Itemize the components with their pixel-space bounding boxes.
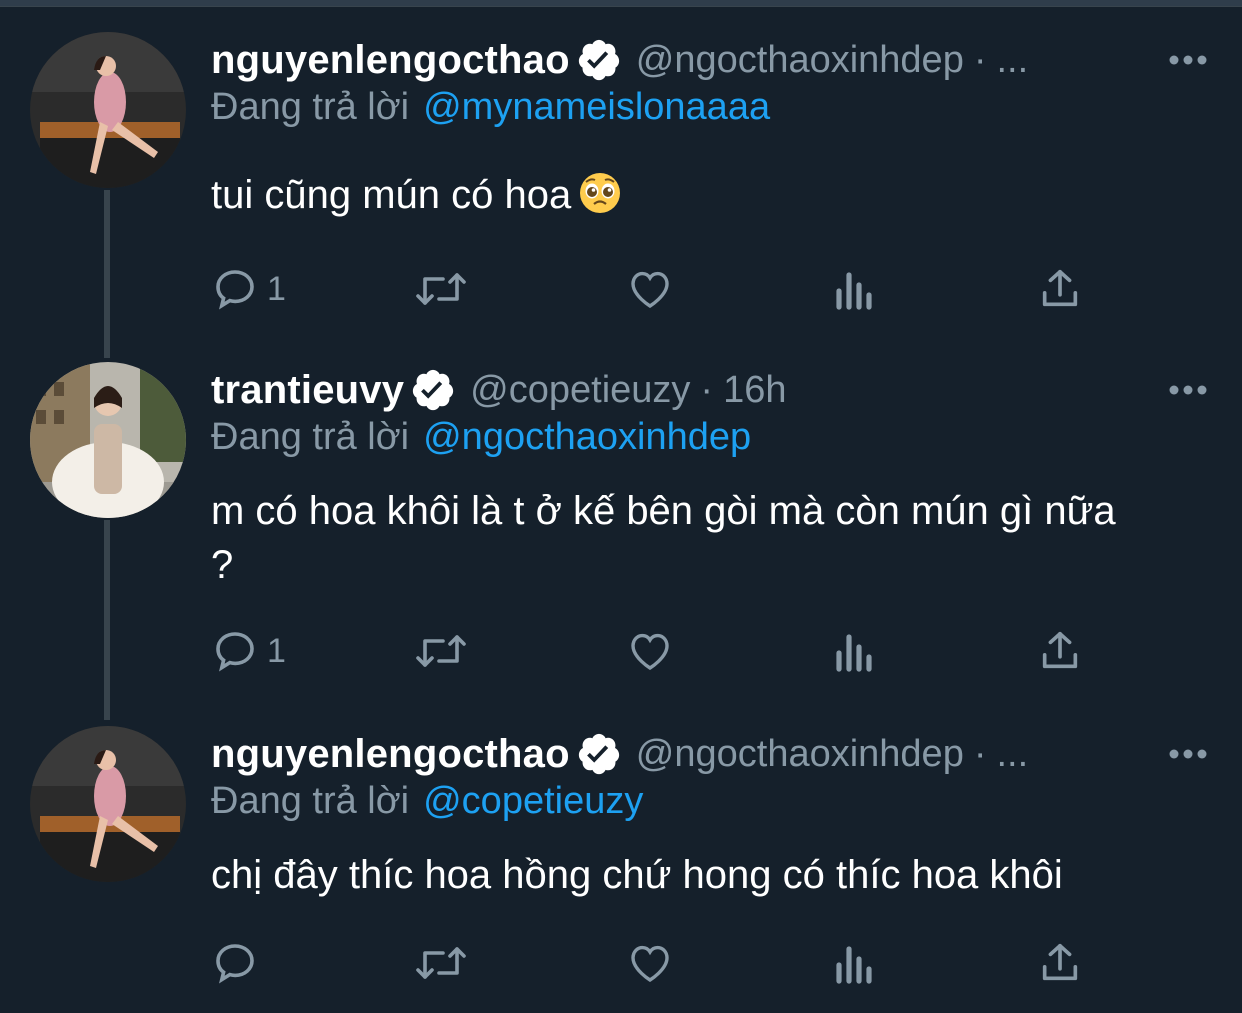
analytics-button[interactable] [833, 938, 877, 988]
tweet-text-content: tui cũng mún có hoa [211, 173, 572, 217]
analytics-button[interactable] [833, 264, 877, 314]
heart-icon [625, 265, 675, 313]
tweet-time[interactable]: ... [996, 733, 1028, 776]
more-icon[interactable] [1166, 740, 1210, 768]
reply-count: 1 [267, 269, 286, 308]
avatar[interactable] [30, 726, 186, 882]
share-button[interactable] [1037, 938, 1083, 988]
mention-link[interactable]: @copetieuzy [423, 780, 643, 822]
display-name[interactable]: nguyenlengocthao [211, 732, 570, 777]
analytics-icon [833, 265, 877, 313]
retweet-button[interactable] [413, 938, 469, 988]
tweet-time[interactable]: 16h [723, 369, 786, 412]
reply-count: 1 [267, 631, 286, 670]
tweet-time[interactable]: ... [996, 39, 1028, 82]
top-divider [0, 0, 1242, 7]
reply-icon [211, 265, 259, 313]
user-handle[interactable]: @ngocthaoxinhdep [636, 733, 964, 776]
reply-button[interactable] [211, 938, 267, 988]
tweet-actions: 1 [211, 626, 1091, 676]
avatar[interactable] [30, 32, 186, 188]
tweet-actions [211, 938, 1091, 988]
share-button[interactable] [1037, 264, 1083, 314]
reply-button[interactable]: 1 [211, 264, 286, 314]
replying-to: Đang trả lời @ngocthaoxinhdep [211, 416, 751, 459]
heart-icon [625, 627, 675, 675]
separator-dot: · [973, 732, 987, 775]
verified-badge-icon [576, 731, 622, 777]
share-icon [1037, 265, 1083, 313]
tweet[interactable]: nguyenlengocthao @ngocthaoxinhdep · ... … [0, 32, 1242, 332]
replying-to: Đang trả lời @mynameislonaaaa [211, 86, 770, 129]
tweet-text: chị đây thíc hoa hồng chứ hong có thíc h… [211, 853, 1063, 897]
retweet-button[interactable] [413, 264, 469, 314]
heart-icon [625, 939, 675, 987]
share-button[interactable] [1037, 626, 1083, 676]
avatar[interactable] [30, 362, 186, 518]
replying-label: Đang trả lời [211, 780, 410, 822]
tweet-header: nguyenlengocthao @ngocthaoxinhdep · ... [211, 32, 1028, 88]
retweet-button[interactable] [413, 626, 469, 676]
more-icon[interactable] [1166, 46, 1210, 74]
user-handle[interactable]: @copetieuzy [470, 369, 690, 412]
replying-label: Đang trả lời [211, 86, 410, 128]
mention-link[interactable]: @ngocthaoxinhdep [423, 416, 751, 458]
share-icon [1037, 939, 1083, 987]
mention-link[interactable]: @mynameislonaaaa [423, 86, 770, 128]
analytics-button[interactable] [833, 626, 877, 676]
tweet-header: nguyenlengocthao @ngocthaoxinhdep · ... [211, 726, 1028, 782]
analytics-icon [833, 939, 877, 987]
tweet-actions: 1 [211, 264, 1091, 314]
like-button[interactable] [625, 626, 675, 676]
retweet-icon [413, 627, 469, 675]
reply-icon [211, 627, 259, 675]
tweet-header: trantieuvy @copetieuzy · 16h [211, 362, 786, 418]
like-button[interactable] [625, 938, 675, 988]
separator-dot: · [973, 38, 987, 81]
reply-icon [211, 939, 259, 987]
replying-label: Đang trả lời [211, 416, 410, 458]
analytics-icon [833, 627, 877, 675]
tweet[interactable]: trantieuvy @copetieuzy · 16h Đang trả lờ… [0, 362, 1242, 702]
display-name[interactable]: nguyenlengocthao [211, 38, 570, 83]
tweet-text: m có hoa khôi là t ở kế bên gòi mà còn m… [211, 489, 1116, 587]
replying-to: Đang trả lời @copetieuzy [211, 780, 643, 823]
verified-badge-icon [576, 37, 622, 83]
user-handle[interactable]: @ngocthaoxinhdep [636, 39, 964, 82]
tweet-text: tui cũng mún có hoa [211, 168, 1171, 222]
verified-badge-icon [410, 367, 456, 413]
tweet[interactable]: nguyenlengocthao @ngocthaoxinhdep · ... … [0, 726, 1242, 996]
separator-dot: · [700, 368, 714, 411]
display-name[interactable]: trantieuvy [211, 368, 404, 413]
share-icon [1037, 627, 1083, 675]
reply-button[interactable]: 1 [211, 626, 286, 676]
pleading-face-emoji [579, 172, 621, 214]
like-button[interactable] [625, 264, 675, 314]
more-icon[interactable] [1166, 376, 1210, 404]
retweet-icon [413, 939, 469, 987]
retweet-icon [413, 265, 469, 313]
